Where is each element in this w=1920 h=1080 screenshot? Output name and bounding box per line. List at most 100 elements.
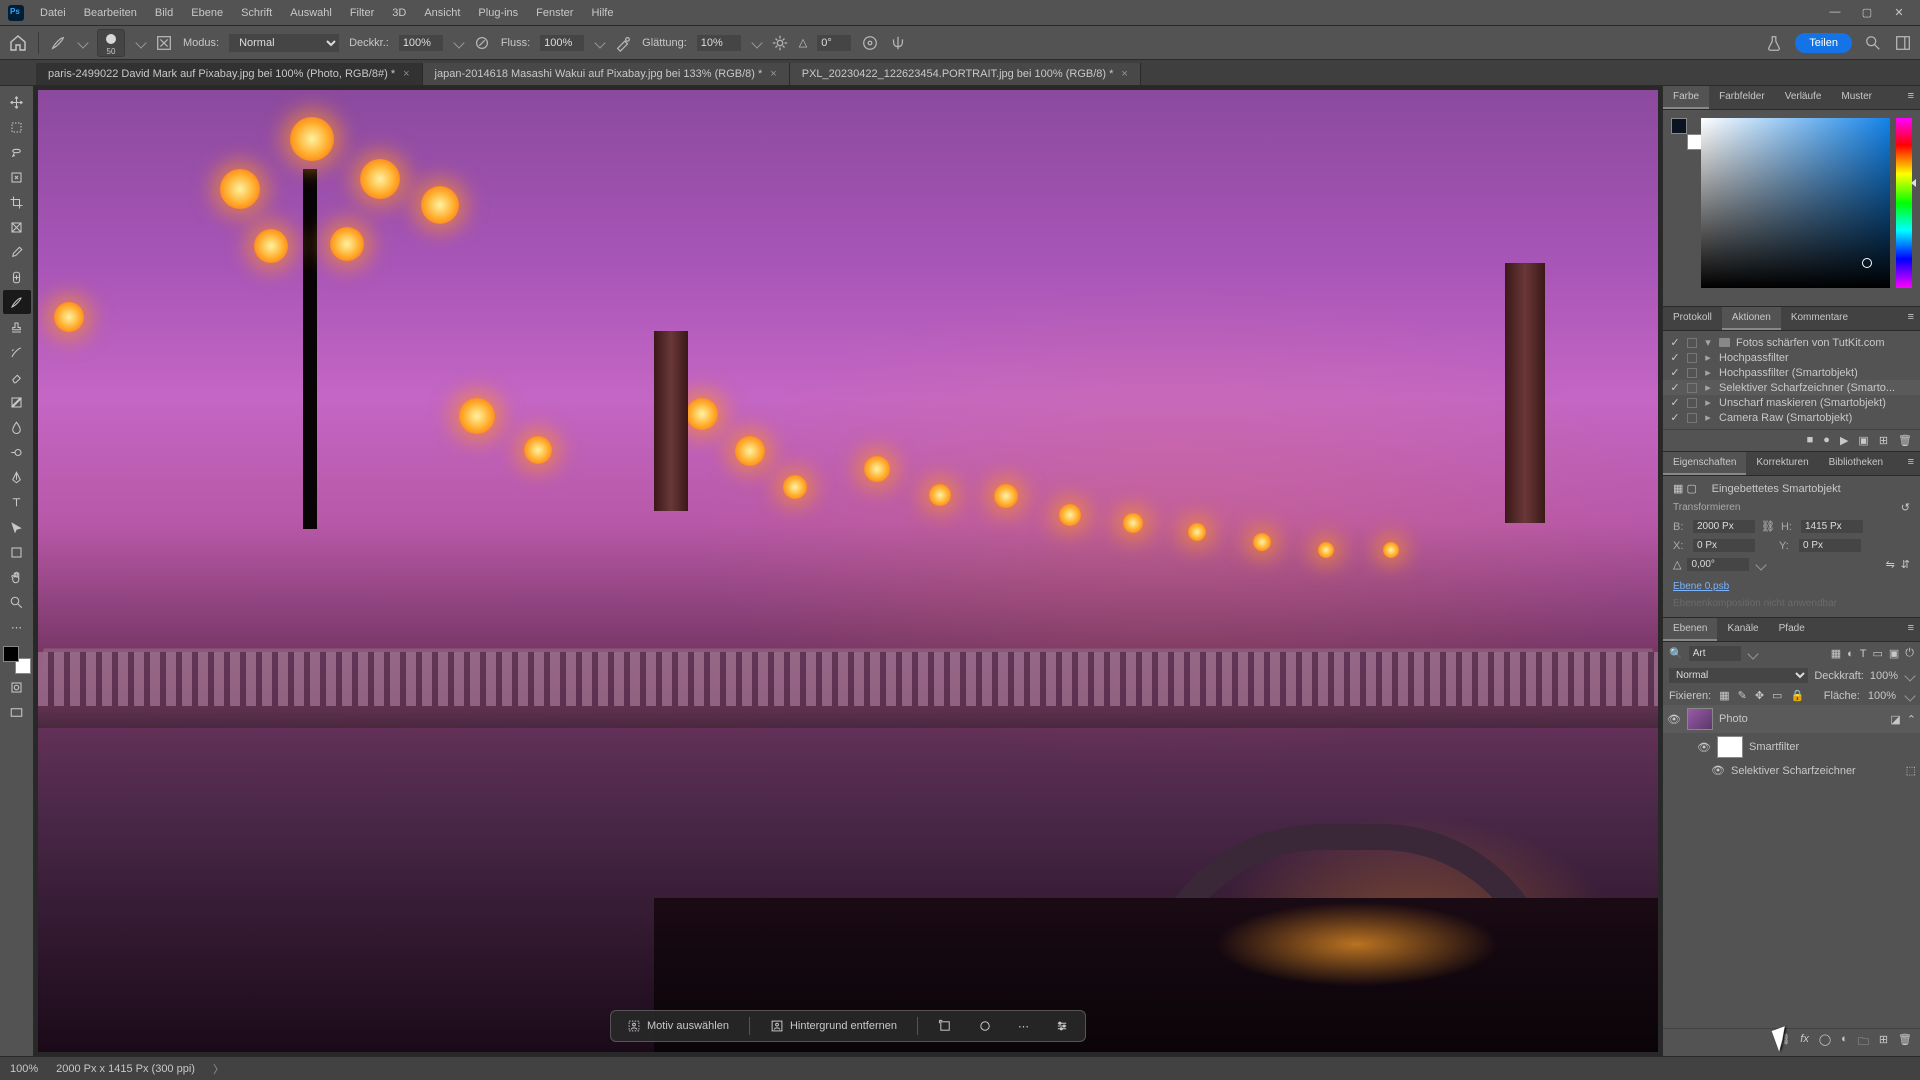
- visibility-icon[interactable]: 👁: [1667, 713, 1681, 726]
- screen-mode-icon[interactable]: [3, 700, 31, 724]
- tab-bibliotheken[interactable]: Bibliotheken: [1819, 452, 1893, 475]
- dodge-tool[interactable]: [3, 440, 31, 464]
- menu-auswahl[interactable]: Auswahl: [282, 3, 340, 23]
- delete-icon[interactable]: 🗑: [1898, 434, 1912, 447]
- record-icon[interactable]: ●: [1823, 434, 1830, 447]
- tab-farbfelder[interactable]: Farbfelder: [1709, 86, 1775, 109]
- menu-ebene[interactable]: Ebene: [183, 3, 231, 23]
- close-icon[interactable]: ×: [1121, 68, 1127, 80]
- share-button[interactable]: Teilen: [1795, 33, 1852, 53]
- flow-input[interactable]: [540, 35, 584, 51]
- type-tool[interactable]: [3, 490, 31, 514]
- eraser-tool[interactable]: [3, 365, 31, 389]
- select-subject-button[interactable]: Motiv auswählen: [621, 1017, 735, 1035]
- flip-v-icon[interactable]: ⇵: [1901, 558, 1910, 571]
- layer-opacity-value[interactable]: 100%: [1870, 670, 1898, 682]
- canvas-area[interactable]: Motiv auswählen Hintergrund entfernen ⋯: [34, 86, 1662, 1056]
- blend-mode-select[interactable]: Normal: [229, 34, 339, 52]
- history-brush-tool[interactable]: [3, 340, 31, 364]
- brush-tool-icon[interactable]: [49, 34, 67, 52]
- zoom-level[interactable]: 100%: [10, 1063, 38, 1075]
- shape-tool[interactable]: [3, 540, 31, 564]
- chevron-down-icon[interactable]: [1747, 648, 1758, 659]
- edit-toolbar[interactable]: ⋯: [3, 615, 31, 639]
- tab-kanaele[interactable]: Kanäle: [1717, 618, 1768, 641]
- stamp-tool[interactable]: [3, 315, 31, 339]
- chevron-down-icon[interactable]: [1904, 670, 1915, 681]
- home-icon[interactable]: [8, 33, 28, 53]
- layer-row[interactable]: 👁 Selektiver Scharfzeichner ⬚: [1663, 761, 1920, 780]
- visibility-icon[interactable]: 👁: [1697, 741, 1711, 754]
- add-mask-icon[interactable]: ◯: [1819, 1033, 1831, 1052]
- doc-tab-3[interactable]: PXL_20230422_122623454.PORTRAIT.jpg bei …: [790, 63, 1141, 85]
- maximize-button[interactable]: ▢: [1860, 6, 1874, 19]
- lock-artboard-icon[interactable]: ▭: [1772, 689, 1782, 702]
- link-wh-icon[interactable]: ⛓: [1761, 520, 1775, 533]
- transform-header[interactable]: Transformieren: [1673, 502, 1740, 513]
- doc-tab-2[interactable]: japan-2014618 Masashi Wakui auf Pixabay.…: [423, 63, 790, 85]
- menu-hilfe[interactable]: Hilfe: [583, 3, 621, 23]
- dialog-toggle[interactable]: [1687, 338, 1697, 348]
- pressure-opacity-icon[interactable]: [473, 34, 491, 52]
- opacity-chevron-icon[interactable]: [453, 37, 464, 48]
- tab-verlaeufe[interactable]: Verläufe: [1775, 86, 1832, 109]
- new-adjustment-icon[interactable]: ◐: [1841, 1033, 1848, 1052]
- tab-farbe[interactable]: Farbe: [1663, 86, 1709, 109]
- close-icon[interactable]: ×: [403, 68, 409, 80]
- new-action-icon[interactable]: ⊞: [1879, 434, 1888, 447]
- action-row[interactable]: ✓▸Camera Raw (Smartobjekt): [1663, 410, 1920, 425]
- tab-pfade[interactable]: Pfade: [1769, 618, 1815, 641]
- symmetry-icon[interactable]: [889, 34, 907, 52]
- panel-menu-icon[interactable]: ≡: [1902, 307, 1920, 330]
- action-row[interactable]: ✓▸Unscharf maskieren (Smartobjekt): [1663, 395, 1920, 410]
- brush-tool[interactable]: [3, 290, 31, 314]
- quick-mask-icon[interactable]: [3, 675, 31, 699]
- workspace-icon[interactable]: [1894, 34, 1912, 52]
- tool-preset-chevron-icon[interactable]: [77, 37, 88, 48]
- tab-muster[interactable]: Muster: [1831, 86, 1882, 109]
- panel-menu-icon[interactable]: ≡: [1902, 86, 1920, 109]
- new-group-icon[interactable]: 🗀: [1858, 1033, 1869, 1052]
- action-row[interactable]: ✓▸Hochpassfilter (Smartobjekt): [1663, 365, 1920, 380]
- lock-position-icon[interactable]: ✥: [1755, 689, 1764, 702]
- brush-chevron-icon[interactable]: [135, 37, 146, 48]
- panel-menu-icon[interactable]: ≡: [1902, 452, 1920, 475]
- beaker-icon[interactable]: [1765, 34, 1783, 52]
- menu-plugins[interactable]: Plug-ins: [470, 3, 526, 23]
- reset-icon[interactable]: ↺: [1901, 501, 1910, 514]
- layer-row[interactable]: 👁 Smartfilter: [1663, 733, 1920, 761]
- foreground-background-colors[interactable]: [3, 646, 31, 674]
- ctx-transform-icon[interactable]: [932, 1017, 958, 1035]
- check-icon[interactable]: ✓: [1669, 336, 1681, 349]
- visibility-icon[interactable]: 👁: [1711, 764, 1725, 777]
- layer-fill-value[interactable]: 100%: [1868, 690, 1896, 702]
- tab-aktionen[interactable]: Aktionen: [1722, 307, 1781, 330]
- ctx-generate-icon[interactable]: [972, 1017, 998, 1035]
- eyedropper-tool[interactable]: [3, 240, 31, 264]
- tab-korrekturen[interactable]: Korrekturen: [1746, 452, 1818, 475]
- remove-background-button[interactable]: Hintergrund entfernen: [764, 1017, 903, 1035]
- action-row[interactable]: ✓▸Selektiver Scharfzeichner (Smarto...: [1663, 380, 1920, 395]
- smartfilter-name[interactable]: Selektiver Scharfzeichner: [1731, 765, 1856, 777]
- close-button[interactable]: ✕: [1892, 6, 1906, 19]
- close-icon[interactable]: ×: [770, 68, 776, 80]
- chevron-down-icon[interactable]: [1904, 690, 1915, 701]
- marquee-tool[interactable]: [3, 115, 31, 139]
- filter-smart-icon[interactable]: ▣: [1889, 647, 1899, 660]
- panel-menu-icon[interactable]: ≡: [1902, 618, 1920, 641]
- height-input[interactable]: [1801, 520, 1863, 533]
- blur-tool[interactable]: [3, 415, 31, 439]
- chevron-down-icon[interactable]: [1756, 559, 1767, 570]
- airbrush-icon[interactable]: [614, 34, 632, 52]
- tab-protokoll[interactable]: Protokoll: [1663, 307, 1722, 330]
- smartobject-source-link[interactable]: Ebene 0.psb: [1663, 577, 1920, 596]
- delete-layer-icon[interactable]: 🗑: [1898, 1033, 1912, 1052]
- filter-type-icon[interactable]: T: [1860, 648, 1867, 660]
- tab-eigenschaften[interactable]: Eigenschaften: [1663, 452, 1746, 475]
- smoothing-chevron-icon[interactable]: [751, 37, 762, 48]
- healing-tool[interactable]: [3, 265, 31, 289]
- new-layer-icon[interactable]: ⊞: [1879, 1033, 1888, 1052]
- lasso-tool[interactable]: [3, 140, 31, 164]
- frame-tool[interactable]: [3, 215, 31, 239]
- brush-panel-icon[interactable]: [155, 34, 173, 52]
